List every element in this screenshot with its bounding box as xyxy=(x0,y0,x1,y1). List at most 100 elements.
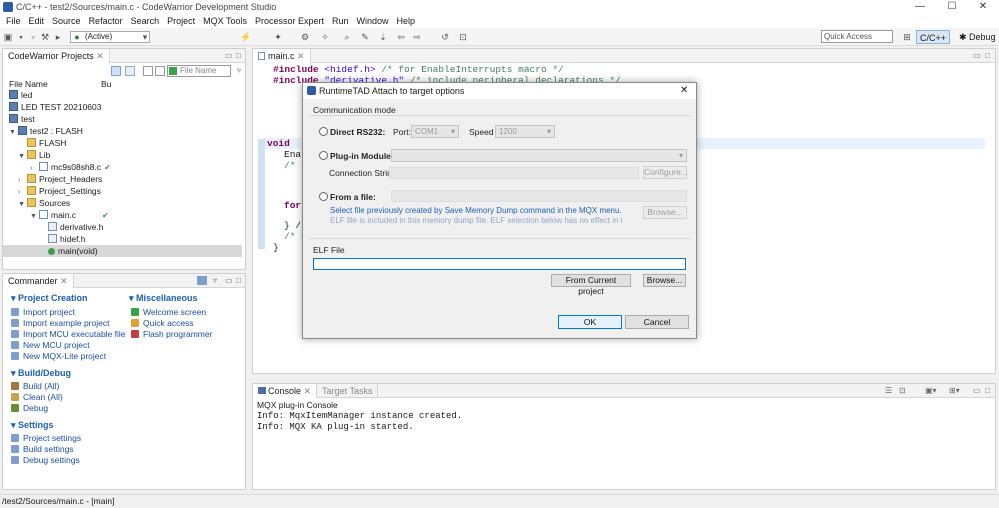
tree-item-lib[interactable]: ▼ Lib xyxy=(3,149,242,161)
minimize-view-icon[interactable]: ▭ xyxy=(973,51,981,60)
cmd-build-all[interactable]: Build (All) xyxy=(11,381,63,392)
tab-target-tasks[interactable]: Target Tasks xyxy=(317,383,379,398)
section-build-debug[interactable]: ▾ Build/Debug xyxy=(11,368,71,379)
menu-help[interactable]: Help xyxy=(393,14,420,28)
from-current-project-button[interactable]: From Current project xyxy=(551,274,631,296)
menu-window[interactable]: Window xyxy=(353,14,393,28)
column-file-name[interactable]: File Name xyxy=(9,79,48,89)
tree-item-mc9s08sh8[interactable]: › mc9s08sh8.c ✔ xyxy=(3,161,242,173)
open-perspective-icon[interactable]: ⊞ xyxy=(902,32,912,42)
close-icon[interactable]: ✕ xyxy=(304,386,312,396)
history-icon[interactable]: ↺ xyxy=(440,32,450,42)
view-menu-icon[interactable]: ▿ xyxy=(237,66,241,75)
forward-icon[interactable]: ⇨ xyxy=(412,32,422,42)
tree-item-sources[interactable]: ▼ Sources xyxy=(3,197,242,209)
menu-edit[interactable]: Edit xyxy=(25,14,49,28)
cmd-flash-programmer[interactable]: Flash programmer xyxy=(131,329,212,340)
from-file-input[interactable] xyxy=(391,190,687,202)
tree-item-flash[interactable]: FLASH xyxy=(3,137,242,149)
run-icon[interactable]: ⚙ xyxy=(300,32,310,42)
next-annotation-icon[interactable]: ⇣ xyxy=(378,32,388,42)
cmd-new-mcu-project[interactable]: New MCU project xyxy=(11,340,126,351)
tab-commander[interactable]: Commander ✕ xyxy=(3,273,74,288)
tree-item-project-settings[interactable]: › Project_Settings xyxy=(3,185,242,197)
external-tools-icon[interactable]: ✧ xyxy=(320,32,330,42)
maximize-view-icon[interactable]: □ xyxy=(236,276,241,285)
tree-item-project-headers[interactable]: › Project_Headers xyxy=(3,173,242,185)
perspective-c-cpp[interactable]: C/C++ xyxy=(916,30,951,44)
build-config-combo[interactable]: (Active) xyxy=(70,31,150,43)
cmd-welcome-screen[interactable]: Welcome screen xyxy=(131,307,212,318)
browse-elf-button[interactable]: Browse... xyxy=(643,274,686,287)
save-all-icon[interactable]: ▫ xyxy=(28,32,38,42)
tree-item-derivative-h[interactable]: derivative.h xyxy=(3,221,242,233)
dialog-close-button[interactable]: ✕ xyxy=(680,85,688,96)
cmd-clean-all[interactable]: Clean (All) xyxy=(11,392,63,403)
cmd-build-settings[interactable]: Build settings xyxy=(11,444,81,455)
browse-dump-button[interactable]: Browse... xyxy=(643,206,687,219)
port-select[interactable]: COM1 ▾ xyxy=(411,125,459,138)
minimize-view-icon[interactable]: ▭ xyxy=(225,276,233,285)
save-icon[interactable]: ▪ xyxy=(16,32,26,42)
menu-source[interactable]: Source xyxy=(48,14,85,28)
maximize-view-icon[interactable]: □ xyxy=(985,51,990,60)
cancel-button[interactable]: Cancel xyxy=(625,315,689,329)
pin-console-icon[interactable]: ⊡ xyxy=(899,386,906,395)
close-icon[interactable]: ✕ xyxy=(297,51,305,61)
tree-item-led-test[interactable]: LED TEST 20210603 xyxy=(3,101,242,113)
menu-run[interactable]: Run xyxy=(328,14,353,28)
from-file-radio[interactable] xyxy=(319,192,328,201)
back-icon[interactable]: ⇦ xyxy=(396,32,406,42)
tree-item-main-c[interactable]: ▼ main.c ✔ xyxy=(3,209,242,221)
cmd-debug[interactable]: Debug xyxy=(11,403,63,414)
menu-refactor[interactable]: Refactor xyxy=(85,14,127,28)
tree-item-main-void[interactable]: main(void) xyxy=(3,245,242,257)
cmd-import-example[interactable]: Import example project xyxy=(11,318,126,329)
elf-file-input[interactable] xyxy=(313,258,686,270)
maximize-view-icon[interactable]: □ xyxy=(236,51,241,60)
minimize-view-icon[interactable]: ▭ xyxy=(225,51,233,60)
cmd-debug-settings[interactable]: Debug settings xyxy=(11,455,81,466)
filter-icon[interactable] xyxy=(143,66,153,76)
chevron-down-icon[interactable]: ▾ xyxy=(140,32,150,42)
menu-project[interactable]: Project xyxy=(163,14,199,28)
debug-icon[interactable]: ✦ xyxy=(273,32,283,42)
view-menu-icon[interactable]: ▿ xyxy=(213,276,217,285)
cmd-import-mcu-exe[interactable]: Import MCU executable file xyxy=(11,329,126,340)
display-console-icon[interactable]: ▣▾ xyxy=(925,386,937,395)
menu-search[interactable]: Search xyxy=(127,14,164,28)
launch-icon[interactable]: ▸ xyxy=(53,32,63,42)
tree-item-test2[interactable]: ▼ test2 : FLASH xyxy=(3,125,242,137)
perspective-debug[interactable]: ✱ Debug xyxy=(956,30,999,44)
menu-processor-expert[interactable]: Processor Expert xyxy=(251,14,328,28)
section-settings[interactable]: ▾ Settings xyxy=(11,420,54,431)
search-icon[interactable]: ⌕ xyxy=(342,32,352,42)
cmd-project-settings[interactable]: Project settings xyxy=(11,433,81,444)
cmd-quick-access[interactable]: Quick access xyxy=(131,318,212,329)
clear-console-icon[interactable]: ☰ xyxy=(885,386,892,395)
section-miscellaneous[interactable]: ▾ Miscellaneous xyxy=(129,293,198,304)
close-icon[interactable]: ✕ xyxy=(96,51,104,61)
close-button[interactable]: ✕ xyxy=(967,0,999,14)
tree-item-test[interactable]: test xyxy=(3,113,242,125)
cmd-import-project[interactable]: Import project xyxy=(11,307,126,318)
tree-item-led[interactable]: led xyxy=(3,89,242,101)
plugin-module-select[interactable]: ▾ xyxy=(391,149,687,162)
connection-string-input[interactable] xyxy=(389,167,639,179)
maximize-button[interactable]: ☐ xyxy=(936,0,968,14)
minimize-button[interactable]: — xyxy=(904,0,936,14)
tab-console[interactable]: Console ✕ xyxy=(253,383,318,398)
maximize-view-icon[interactable]: □ xyxy=(985,386,990,395)
build-icon[interactable]: ⚒ xyxy=(40,32,50,42)
speed-select[interactable]: 1200 ▾ xyxy=(495,125,555,138)
tab-codewarrior-projects[interactable]: CodeWarrior Projects ✕ xyxy=(3,48,110,63)
collapse-all-icon[interactable] xyxy=(111,66,121,76)
configure-button[interactable]: Configure... xyxy=(643,166,688,179)
tree-item-hidef-h[interactable]: hidef.h xyxy=(3,233,242,245)
column-bu[interactable]: Bu xyxy=(101,79,111,89)
cmd-new-mqx-lite[interactable]: New MQX-Lite project xyxy=(11,351,126,362)
annotation-icon[interactable]: ✎ xyxy=(360,32,370,42)
plugin-module-radio[interactable] xyxy=(319,151,328,160)
link-editor-icon[interactable] xyxy=(125,66,135,76)
sort-icon[interactable] xyxy=(155,66,165,76)
